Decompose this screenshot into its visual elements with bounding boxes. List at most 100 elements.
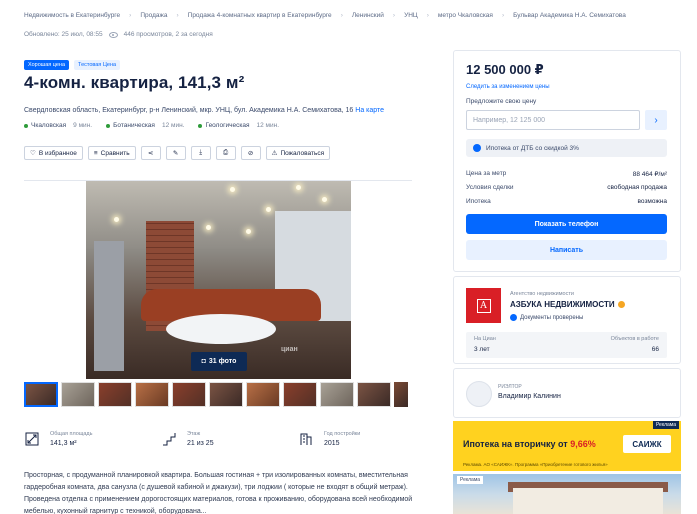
- offer-label: Предложите свою цену: [466, 98, 537, 105]
- thumbnail[interactable]: [209, 382, 243, 407]
- compare-button[interactable]: ≡ Сравнить: [87, 146, 136, 160]
- thumbnail[interactable]: [283, 382, 317, 407]
- price-row-key: Цена за метр: [466, 170, 507, 177]
- watch-price-link[interactable]: Следить за изменением цены: [466, 84, 550, 90]
- share-button[interactable]: ⋖: [140, 146, 161, 160]
- thumbnail[interactable]: [24, 382, 58, 407]
- photo-light: [296, 185, 301, 190]
- photo-count-label: 31 фото: [208, 358, 237, 365]
- bank-icon: [473, 144, 481, 152]
- agency-type: Агентство недвижимости: [510, 291, 574, 297]
- breadcrumb-separator: ›: [129, 12, 132, 19]
- metro-icon: [106, 123, 111, 128]
- breadcrumb-item[interactable]: Недвижимость в Екатеринбурге: [24, 12, 120, 19]
- heart-icon: ♡: [30, 150, 36, 157]
- thumbnail[interactable]: [98, 382, 132, 407]
- building-icon: [300, 433, 312, 445]
- price-card: 12 500 000 ₽ Следить за изменением цены …: [453, 50, 681, 272]
- breadcrumb-item[interactable]: Бульвар Академика Н.А. Семихатова: [513, 12, 626, 19]
- download-icon: ⤓: [199, 149, 203, 156]
- metro-item[interactable]: Ботаническая 12 мин.: [106, 122, 184, 129]
- stat-label: На Циан: [474, 336, 496, 342]
- breadcrumb-item[interactable]: Продажа: [140, 12, 167, 19]
- agency-card: A Агентство недвижимости АЗБУКА НЕДВИЖИМ…: [453, 276, 681, 364]
- printer-icon: ⎙: [223, 149, 229, 156]
- agency-logo-mark: A: [476, 298, 491, 313]
- ad-tag: Реклама: [652, 421, 679, 429]
- mortgage-ad[interactable]: Реклама Ипотека на вторичку от 9,66% САИ…: [453, 421, 681, 471]
- thumbnail[interactable]: [357, 382, 391, 407]
- ad-house: [513, 488, 663, 514]
- ad-logo: САИЖК: [623, 435, 671, 453]
- favorite-label: В избранное: [38, 149, 77, 157]
- metro-item[interactable]: Геологическая 12 мин.: [198, 122, 279, 129]
- offer-submit-button[interactable]: ›: [645, 110, 667, 130]
- realtor-role: РИЭЛТОР: [498, 384, 522, 390]
- stat-label: Объектов в работе: [610, 336, 659, 342]
- photo-light: [114, 217, 119, 222]
- breadcrumb-item[interactable]: метро Чкаловская: [438, 12, 493, 19]
- price: 12 500 000 ₽: [466, 62, 544, 77]
- thumbnail[interactable]: [246, 382, 280, 407]
- fact-label: Этаж: [187, 431, 201, 437]
- download-button[interactable]: ⤓: [190, 146, 211, 160]
- report-button[interactable]: ⚠ Пожаловаться: [265, 146, 331, 160]
- thumbnail[interactable]: [61, 382, 95, 407]
- metro-time: 12 мин.: [161, 122, 185, 129]
- photo-light: [246, 229, 251, 234]
- breadcrumb-item[interactable]: УНЦ: [404, 12, 418, 19]
- compare-icon: ≡: [93, 149, 98, 157]
- edit-button[interactable]: ✎: [165, 146, 186, 160]
- agency-stats: На Циан 3 лет Объектов в работе 66: [466, 332, 667, 358]
- metro-icon: [198, 123, 203, 128]
- photo-count-button[interactable]: ◘ 31 фото: [191, 352, 247, 371]
- address-text[interactable]: Свердловская область, Екатеринбург, р-н …: [24, 107, 353, 114]
- metro-list: Чкаловская 9 мин. Ботаническая 12 мин. Г…: [24, 122, 279, 129]
- updated-date: Обновлено: 25 июл, 08:55: [24, 31, 103, 38]
- views-count[interactable]: 446 просмотров, 2 за сегодня: [124, 31, 213, 38]
- area-icon: [25, 432, 39, 446]
- fact-value: 21 из 25: [187, 440, 214, 447]
- building-ad[interactable]: Реклама: [453, 474, 681, 514]
- badges: Хорошая цена Тестовая Цена: [24, 60, 121, 70]
- stairs-icon: [163, 433, 176, 446]
- price-row-value: 88 464 ₽/м²: [632, 171, 667, 178]
- breadcrumb-separator: ›: [392, 12, 396, 19]
- agency-name-row[interactable]: АЗБУКА НЕДВИЖИМОСТИ: [510, 300, 625, 309]
- eye-icon: [108, 31, 118, 38]
- photo-light: [266, 207, 271, 212]
- ad-label: Реклама: [457, 476, 484, 484]
- main-photo[interactable]: [86, 181, 351, 379]
- mortgage-text: Ипотека от ДТБ со скидкой 3%: [486, 144, 579, 152]
- price-row: Условия сделки свободная продажа: [466, 184, 667, 191]
- photo-fridge: [94, 241, 124, 371]
- mortgage-banner[interactable]: Ипотека от ДТБ со скидкой 3%: [466, 139, 667, 157]
- fact-floor: Этаж 21 из 25: [161, 431, 298, 447]
- show-phone-button[interactable]: Показать телефон: [466, 214, 667, 234]
- realtor-card[interactable]: РИЭЛТОР Владимир Калинин: [453, 368, 681, 418]
- thumbnail[interactable]: [320, 382, 354, 407]
- breadcrumb-item[interactable]: Продажа 4-комнатных квартир в Екатеринбу…: [188, 12, 332, 19]
- thumbnail-next[interactable]: [394, 382, 408, 407]
- check-icon: [510, 314, 517, 321]
- agency-logo[interactable]: A: [466, 288, 501, 323]
- map-link[interactable]: На карте: [355, 107, 384, 114]
- thumbnail[interactable]: [172, 382, 206, 407]
- metro-item[interactable]: Чкаловская 9 мин.: [24, 122, 92, 129]
- offer-input[interactable]: Например, 12 125 000: [466, 110, 640, 130]
- write-button[interactable]: Написать: [466, 240, 667, 260]
- fact-year: Год постройки 2015: [298, 431, 435, 447]
- hide-button[interactable]: ⊘: [240, 146, 261, 160]
- stat-value: 3 лет: [474, 346, 490, 353]
- favorite-button[interactable]: ♡ В избранное: [24, 146, 83, 160]
- fact-label: Год постройки: [324, 431, 361, 437]
- avatar: [466, 381, 492, 407]
- breadcrumb-item[interactable]: Ленинский: [352, 12, 384, 19]
- thumbnail[interactable]: [135, 382, 169, 407]
- facts-row: Общая площадь 141,3 м² Этаж 21 из 25 Год…: [24, 431, 435, 447]
- print-button[interactable]: ⎙: [215, 146, 236, 160]
- photo-light: [230, 187, 235, 192]
- thumbnail-strip: [24, 382, 408, 407]
- breadcrumb-separator: ›: [426, 12, 429, 19]
- price-row-value: возможна: [637, 198, 667, 205]
